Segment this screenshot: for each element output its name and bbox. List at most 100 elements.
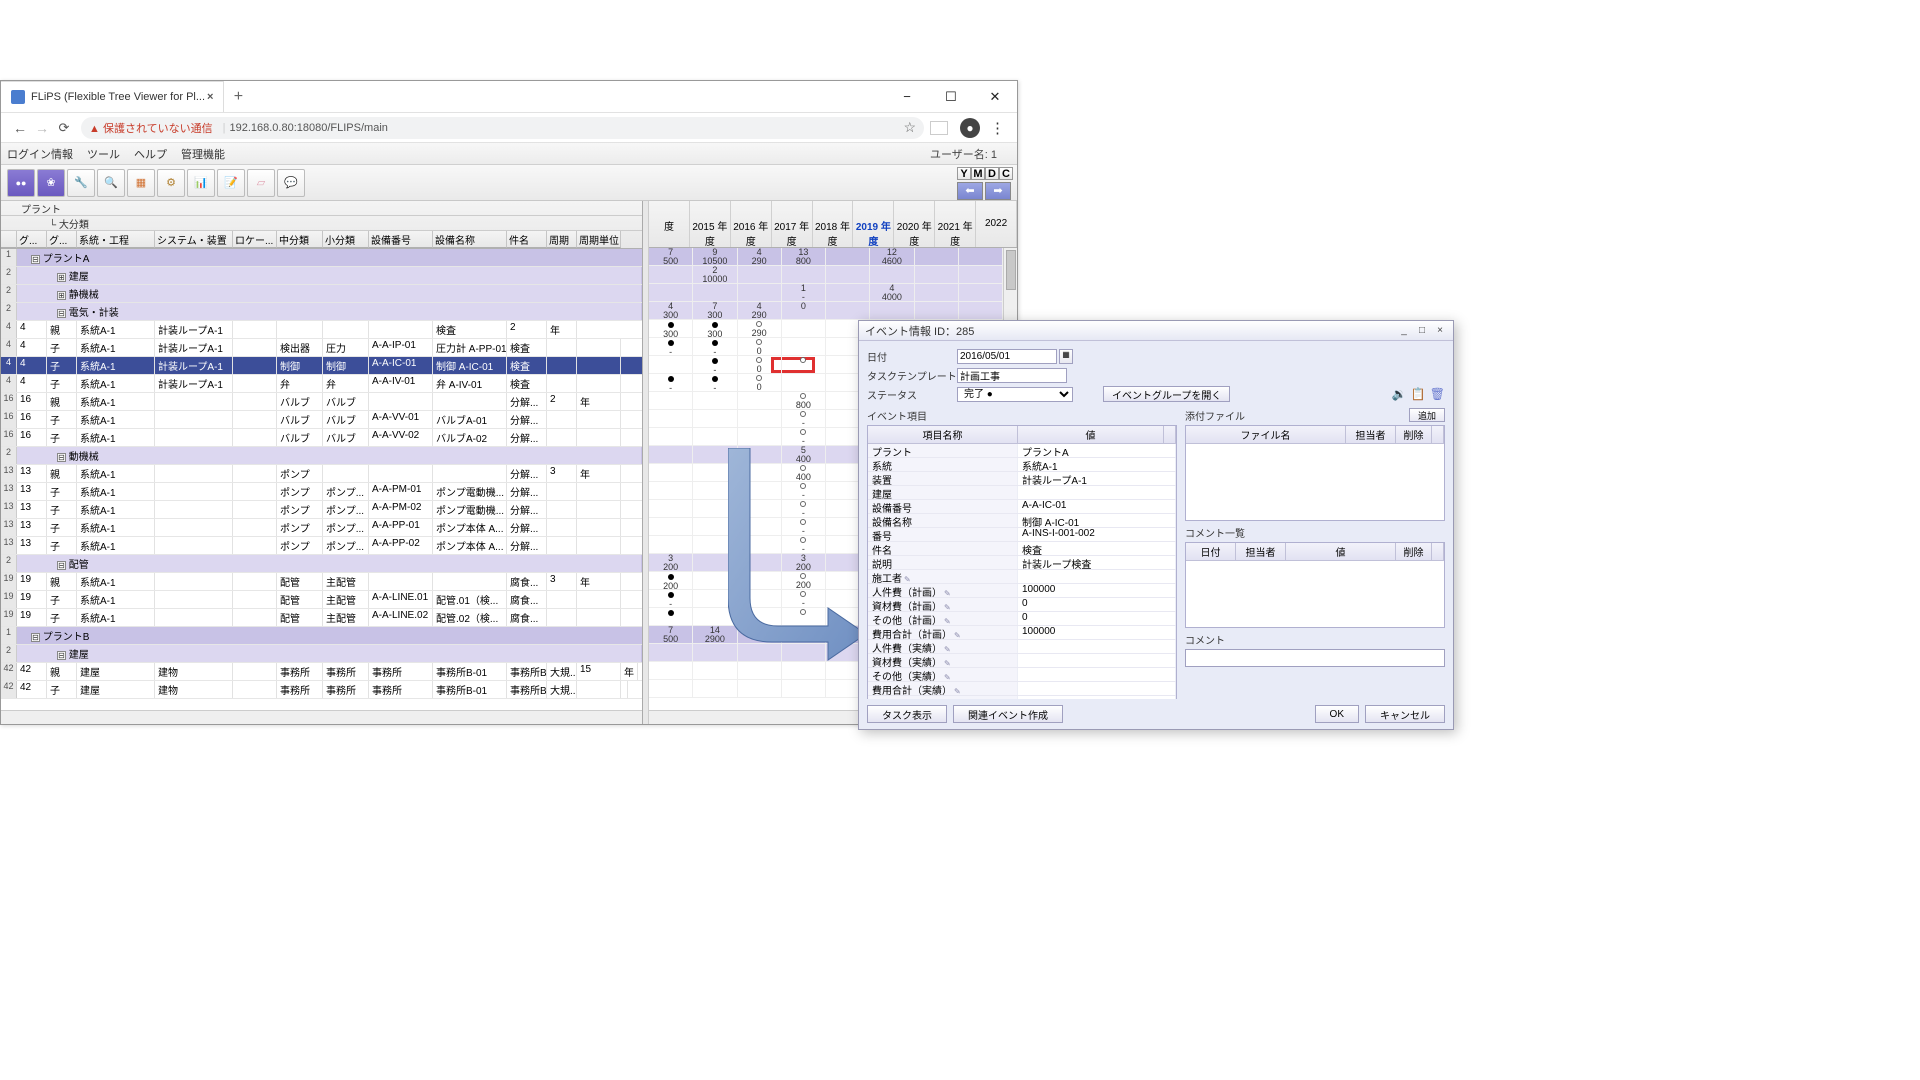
- item-row[interactable]: 保全重要度: [868, 696, 1176, 699]
- add-attach-button[interactable]: 追加: [1409, 408, 1445, 422]
- tree-row[interactable]: 2⊞ 建屋: [1, 267, 642, 285]
- nav-prev-button[interactable]: ⬅: [957, 182, 983, 200]
- grid-row[interactable]: 44子系統A-1計装ループA-1制御制御A-A-IC-01制御 A-IC-01検…: [1, 357, 642, 375]
- items-body[interactable]: プラントプラントA系統系統A-1装置計装ループA-1建屋設備番号A-A-IC-0…: [868, 444, 1176, 699]
- item-row[interactable]: 説明計装ループ検査: [868, 556, 1176, 570]
- attach-body[interactable]: [1186, 444, 1444, 520]
- browser-tab[interactable]: FLiPS (Flexible Tree Viewer for Pl... ×: [1, 81, 224, 112]
- menu-tool[interactable]: ツール: [87, 146, 120, 162]
- tool-icon-6[interactable]: ⚙: [157, 169, 185, 197]
- tree-row[interactable]: 1⊟ プラントB: [1, 627, 642, 645]
- menu-admin[interactable]: 管理機能: [181, 146, 225, 162]
- menu-icon[interactable]: ⋮: [986, 119, 1009, 137]
- ymdc-toggles[interactable]: YMDC: [957, 167, 1013, 180]
- calendar-icon[interactable]: ▦: [1059, 349, 1073, 364]
- gantt-row[interactable]: 4300730042900: [649, 302, 1003, 320]
- gantt-row[interactable]: 1-44000: [649, 284, 1003, 302]
- item-row[interactable]: 費用合計（計画）✎100000: [868, 626, 1176, 640]
- dialog-close-icon[interactable]: ×: [1433, 325, 1447, 336]
- open-group-button[interactable]: イベントグループを開く: [1103, 386, 1230, 402]
- tool-icon-1[interactable]: ●●: [7, 169, 35, 197]
- tree-row[interactable]: 2⊟ 配管: [1, 555, 642, 573]
- tree-row[interactable]: 2⊟ 電気・計装: [1, 303, 642, 321]
- speaker-icon[interactable]: 🔉: [1392, 387, 1407, 401]
- extension-icon[interactable]: [930, 121, 948, 135]
- tree-row[interactable]: 2⊞ 静機械: [1, 285, 642, 303]
- grid-row[interactable]: 1919子系統A-1配管主配管A-A-LINE.01配管.01（検...腐食..…: [1, 591, 642, 609]
- gantt-row[interactable]: 210000: [649, 266, 1003, 284]
- tree-row[interactable]: 2⊟ 動機械: [1, 447, 642, 465]
- forward-button[interactable]: →: [31, 120, 53, 136]
- trash-icon[interactable]: 🗑: [1430, 387, 1445, 401]
- grid-row[interactable]: 1616子系統A-1バルブバルブA-A-VV-02バルブA-02分解...: [1, 429, 642, 447]
- grid-row[interactable]: 44子系統A-1計装ループA-1弁弁A-A-IV-01弁 A-IV-01検査: [1, 375, 642, 393]
- related-event-button[interactable]: 関連イベント作成: [953, 705, 1063, 723]
- grid-row[interactable]: 1313子系統A-1ポンプポンプ...A-A-PM-01ポンプ電動機...分解.…: [1, 483, 642, 501]
- cancel-button[interactable]: キャンセル: [1365, 705, 1445, 723]
- tool-icon-8[interactable]: 📝: [217, 169, 245, 197]
- tree-row[interactable]: 1⊟ プラントA: [1, 249, 642, 267]
- item-row[interactable]: 建屋: [868, 486, 1176, 500]
- grid-row[interactable]: 1313子系統A-1ポンプポンプ...A-A-PP-01ポンプ本体 A...分解…: [1, 519, 642, 537]
- item-row[interactable]: 人件費（実績）✎: [868, 640, 1176, 654]
- comment-input[interactable]: [1185, 649, 1445, 667]
- item-row[interactable]: 人件費（計画）✎100000: [868, 584, 1176, 598]
- template-input[interactable]: [957, 368, 1067, 383]
- menu-help[interactable]: ヘルプ: [134, 146, 167, 162]
- tab-close-icon[interactable]: ×: [205, 91, 215, 103]
- status-select[interactable]: 完了 ●: [957, 387, 1073, 402]
- reload-button[interactable]: ⟳: [53, 120, 75, 136]
- back-button[interactable]: ←: [9, 120, 31, 136]
- item-row[interactable]: 設備名称制御 A-IC-01: [868, 514, 1176, 528]
- maximize-button[interactable]: ☐: [929, 81, 973, 112]
- minimize-button[interactable]: −: [885, 81, 929, 112]
- menu-login[interactable]: ログイン情報: [7, 146, 73, 162]
- tool-icon-2[interactable]: ❀: [37, 169, 65, 197]
- grid-row[interactable]: 1919子系統A-1配管主配管A-A-LINE.02配管.02（検...腐食..…: [1, 609, 642, 627]
- grid-row[interactable]: 4242子建屋建物事務所事務所事務所事務所B-01事務所B-01大規...: [1, 681, 642, 699]
- tool-grid-icon[interactable]: ▦: [127, 169, 155, 197]
- dialog-min-icon[interactable]: _: [1397, 325, 1411, 336]
- tool-erase-icon[interactable]: ▱: [247, 169, 275, 197]
- grid-row[interactable]: 1313子系統A-1ポンプポンプ...A-A-PP-02ポンプ本体 A...分解…: [1, 537, 642, 555]
- item-row[interactable]: その他（計画）✎0: [868, 612, 1176, 626]
- item-row[interactable]: 番号A-INS-I-001-002: [868, 528, 1176, 542]
- item-row[interactable]: 装置計装ループA-1: [868, 472, 1176, 486]
- date-input[interactable]: [957, 349, 1057, 364]
- grid-row[interactable]: 44親系統A-1計装ループA-1検査2年: [1, 321, 642, 339]
- comment-list-body[interactable]: [1186, 561, 1444, 627]
- grid-body[interactable]: 1⊟ プラントA2⊞ 建屋2⊞ 静機械2⊟ 電気・計装44親系統A-1計装ループ…: [1, 249, 642, 710]
- item-row[interactable]: 費用合計（実績）✎: [868, 682, 1176, 696]
- grid-row[interactable]: 1616親系統A-1バルブバルブ分解...2年: [1, 393, 642, 411]
- tool-icon-3[interactable]: 🔧: [67, 169, 95, 197]
- tool-search-icon[interactable]: 🔍: [97, 169, 125, 197]
- task-display-button[interactable]: タスク表示: [867, 705, 947, 723]
- grid-row[interactable]: 44子系統A-1計装ループA-1検出器圧力A-A-IP-01圧力計 A-PP-0…: [1, 339, 642, 357]
- gantt-row[interactable]: 7500910500429013800124600: [649, 248, 1003, 266]
- ok-button[interactable]: OK: [1315, 705, 1359, 723]
- new-tab-button[interactable]: +: [224, 81, 252, 112]
- item-row[interactable]: その他（実績）✎: [868, 668, 1176, 682]
- h-scrollbar[interactable]: [1, 710, 642, 724]
- clipboard-icon[interactable]: 📋: [1411, 387, 1426, 401]
- url-input[interactable]: ▲ 保護されていない通信 | 192.168.0.80:18080/FLIPS/…: [81, 117, 924, 139]
- bookmark-icon[interactable]: ☆: [903, 119, 916, 136]
- item-row[interactable]: 資材費（実績）✎: [868, 654, 1176, 668]
- item-row[interactable]: 件名検査: [868, 542, 1176, 556]
- item-row[interactable]: 系統系統A-1: [868, 458, 1176, 472]
- item-row[interactable]: プラントプラントA: [868, 444, 1176, 458]
- nav-next-button[interactable]: ➡: [985, 182, 1011, 200]
- grid-row[interactable]: 1313親系統A-1ポンプ分解...3年: [1, 465, 642, 483]
- grid-row[interactable]: 1919親系統A-1配管主配管腐食...3年: [1, 573, 642, 591]
- item-row[interactable]: 資材費（計画）✎0: [868, 598, 1176, 612]
- tree-row[interactable]: 2⊟ 建屋: [1, 645, 642, 663]
- item-row[interactable]: 設備番号A-A-IC-01: [868, 500, 1176, 514]
- close-button[interactable]: ✕: [973, 81, 1017, 112]
- tool-icon-10[interactable]: 💬: [277, 169, 305, 197]
- dialog-title-bar[interactable]: イベント情報 ID：285 _ □ ×: [859, 321, 1453, 341]
- tool-icon-7[interactable]: 📊: [187, 169, 215, 197]
- grid-row[interactable]: 1313子系統A-1ポンプポンプ...A-A-PM-02ポンプ電動機...分解.…: [1, 501, 642, 519]
- dialog-max-icon[interactable]: □: [1415, 325, 1429, 336]
- item-row[interactable]: 施工者✎: [868, 570, 1176, 584]
- profile-icon[interactable]: ●: [960, 118, 980, 138]
